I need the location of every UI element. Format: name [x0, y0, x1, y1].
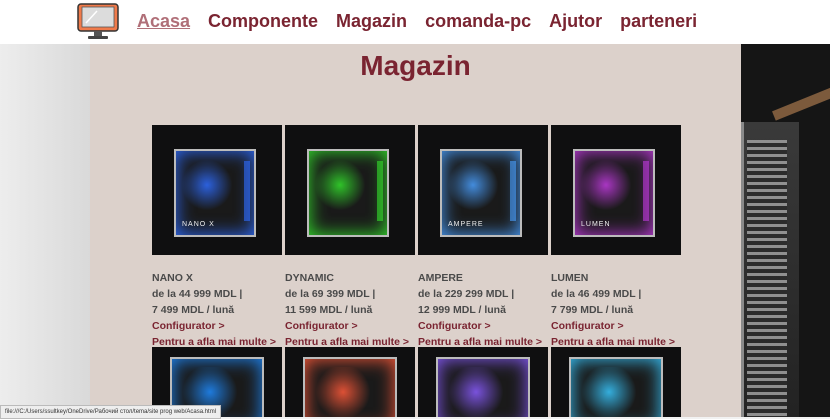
product-image[interactable]: AMPERE	[418, 125, 548, 255]
nav-link-acasa[interactable]: Acasa	[137, 10, 190, 32]
product-badge: NANO X	[182, 221, 215, 228]
product-name: AMPERE	[418, 272, 463, 284]
nav-link-ajutor[interactable]: Ajutor	[549, 10, 602, 32]
product-monthly-price: 12 999 MDL / lună	[418, 304, 506, 316]
nav-link-parteneri[interactable]: parteneri	[620, 10, 697, 32]
nav-link-comanda-pc[interactable]: comanda-pc	[425, 10, 531, 32]
product-monthly-price: 7 499 MDL / lună	[152, 304, 235, 316]
product-badge: LUMEN	[581, 221, 611, 228]
product-badge: AMPERE	[448, 221, 484, 228]
configurator-link[interactable]: Configurator >	[551, 318, 681, 334]
configurator-link[interactable]: Configurator >	[418, 318, 548, 334]
main-nav: Acasa Componente Magazin comanda-pc Ajut…	[137, 10, 697, 32]
product-image[interactable]	[418, 347, 548, 417]
product-image[interactable]	[285, 125, 415, 255]
product-price: de la 44 999 MDL |	[152, 288, 243, 300]
product-image[interactable]: LUMEN	[551, 125, 681, 255]
product-card: LUMEN LUMEN de la 46 499 MDL | 7 799 MDL / …	[551, 125, 681, 350]
product-card: NANO X NANO X de la 44 999 MDL | 7 499 MDL …	[152, 125, 282, 350]
product-card-second-row	[418, 347, 548, 417]
configurator-link[interactable]: Configurator >	[285, 318, 415, 334]
product-price: de la 229 299 MDL |	[418, 288, 515, 300]
computer-logo-icon[interactable]	[77, 3, 119, 41]
product-name: LUMEN	[551, 272, 589, 284]
page-title: Magazin	[360, 50, 471, 81]
product-image[interactable]	[551, 347, 681, 417]
background-left	[0, 44, 90, 417]
nav-link-componente[interactable]: Componente	[208, 10, 318, 32]
product-card-second-row	[285, 347, 415, 417]
product-name: NANO X	[152, 272, 193, 284]
product-card-second-row	[551, 347, 681, 417]
product-price: de la 69 399 MDL |	[285, 288, 376, 300]
configurator-link[interactable]: Configurator >	[152, 318, 282, 334]
product-image[interactable]	[285, 347, 415, 417]
product-monthly-price: 11 599 MDL / lună	[285, 304, 373, 316]
product-card: DYNAMIC de la 69 399 MDL | 11 599 MDL / lu…	[285, 125, 415, 350]
product-image[interactable]: NANO X	[152, 125, 282, 255]
shop-content-panel: Magazin NANO X NANO X de la 44 999 MDL | 7 …	[90, 44, 741, 417]
background-right-pc-image	[741, 44, 830, 417]
product-card: AMPERE AMPERE de la 229 299 MDL | 12 999 MD…	[418, 125, 548, 350]
top-navigation-bar: Acasa Componente Magazin comanda-pc Ajut…	[0, 0, 830, 44]
nav-link-magazin[interactable]: Magazin	[336, 10, 407, 32]
product-name: DYNAMIC	[285, 272, 334, 284]
product-monthly-price: 7 799 MDL / lună	[551, 304, 634, 316]
product-price: de la 46 499 MDL |	[551, 288, 642, 300]
